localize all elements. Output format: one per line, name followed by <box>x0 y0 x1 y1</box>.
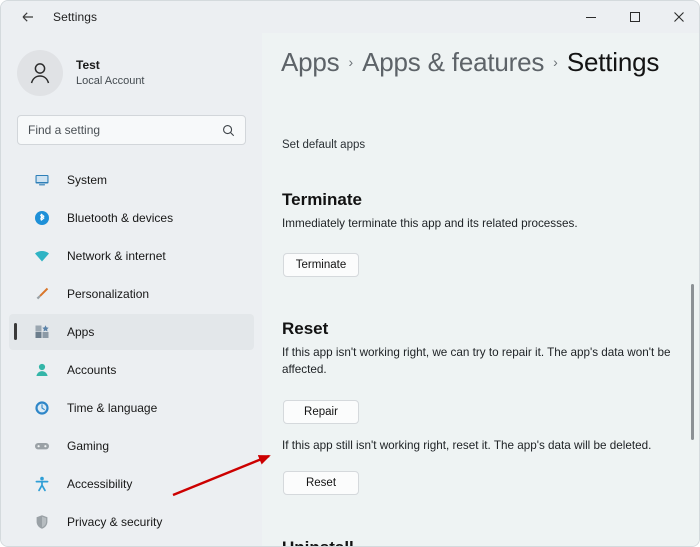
apps-grid-icon <box>33 323 51 341</box>
sidebar-item-apps[interactable]: Apps <box>9 314 254 350</box>
chevron-right-icon: › <box>553 54 558 70</box>
app-title: Settings <box>53 10 98 24</box>
main-content: Apps › Apps & features › Settings Set de… <box>262 33 699 546</box>
sidebar-item-windows-update[interactable]: Windows Update <box>9 542 254 546</box>
sidebar-item-bluetooth-devices[interactable]: Bluetooth & devices <box>9 200 254 236</box>
repair-description: If this app isn't working right, we can … <box>282 346 671 376</box>
uninstall-section-title: Uninstall <box>282 538 354 546</box>
shield-icon <box>33 513 51 531</box>
close-button[interactable] <box>657 1 699 33</box>
sidebar-item-label: Apps <box>67 325 95 339</box>
repair-button[interactable]: Repair <box>283 400 359 424</box>
sidebar-item-label: Accounts <box>67 363 117 377</box>
monitor-icon <box>33 171 51 189</box>
reset-section-title: Reset <box>282 319 329 338</box>
window-controls <box>569 1 699 33</box>
chevron-right-icon: › <box>348 54 354 70</box>
sidebar-item-label: Accessibility <box>67 477 133 491</box>
settings-window: Settings Test Local Account Find a setti… <box>0 0 700 547</box>
sidebar-item-gaming[interactable]: Gaming <box>9 428 254 464</box>
sidebar-item-time-language[interactable]: Time & language <box>9 390 254 426</box>
search-input[interactable] <box>18 123 222 137</box>
gamepad-icon <box>33 437 51 455</box>
sidebar-item-personalization[interactable]: Personalization <box>9 276 254 312</box>
sidebar-item-label: Network & internet <box>67 249 166 263</box>
accessibility-icon <box>33 475 51 493</box>
sidebar-item-label: Privacy & security <box>67 515 163 529</box>
account-name: Test <box>76 58 100 73</box>
reset-description: If this app still isn't working right, r… <box>282 439 652 452</box>
breadcrumb: Apps › Apps & features › Settings <box>262 33 699 78</box>
search-icon <box>222 124 245 137</box>
search-box[interactable] <box>17 115 246 145</box>
breadcrumb-item-apps[interactable]: Apps <box>281 47 340 78</box>
sidebar-item-accessibility[interactable]: Accessibility <box>9 466 254 502</box>
wifi-icon <box>33 247 51 265</box>
scrollbar-thumb[interactable] <box>691 284 694 440</box>
sidebar-item-label: System <box>67 173 108 187</box>
sidebar-nav: System Bluetooth & devices Network & inter… <box>1 162 262 546</box>
title-bar: Settings <box>1 1 699 33</box>
set-default-apps-link[interactable]: Set default apps <box>282 139 365 151</box>
sidebar-item-system[interactable]: System <box>9 162 254 198</box>
sidebar-item-label: Gaming <box>67 439 110 453</box>
account-type: Local Account <box>76 74 145 87</box>
content-scrollbar[interactable] <box>688 37 698 544</box>
terminate-button[interactable]: Terminate <box>283 253 359 277</box>
sidebar-item-network-internet[interactable]: Network & internet <box>9 238 254 274</box>
sidebar-item-label: Time & language <box>67 401 158 415</box>
paintbrush-icon <box>33 285 51 303</box>
bluetooth-icon <box>33 209 51 227</box>
maximize-button[interactable] <box>613 1 657 33</box>
back-arrow-icon[interactable] <box>11 2 45 32</box>
breadcrumb-item-settings: Settings <box>566 47 660 77</box>
account-summary[interactable]: Test Local Account <box>1 33 262 101</box>
avatar <box>17 50 63 96</box>
sidebar-item-label: Personalization <box>67 287 150 301</box>
reset-button[interactable]: Reset <box>283 471 359 495</box>
sidebar: Test Local Account System Bluetooth & dev… <box>1 33 262 546</box>
terminate-description: Immediately terminate this app and its r… <box>282 217 578 230</box>
person-icon <box>33 361 51 379</box>
clock-globe-icon <box>33 399 51 417</box>
breadcrumb-item-apps-features[interactable]: Apps & features <box>362 47 544 78</box>
sidebar-item-privacy-security[interactable]: Privacy & security <box>9 504 254 540</box>
sidebar-item-accounts[interactable]: Accounts <box>9 352 254 388</box>
sidebar-item-label: Bluetooth & devices <box>67 211 174 225</box>
terminate-section-title: Terminate <box>282 190 362 209</box>
minimize-button[interactable] <box>569 1 613 33</box>
